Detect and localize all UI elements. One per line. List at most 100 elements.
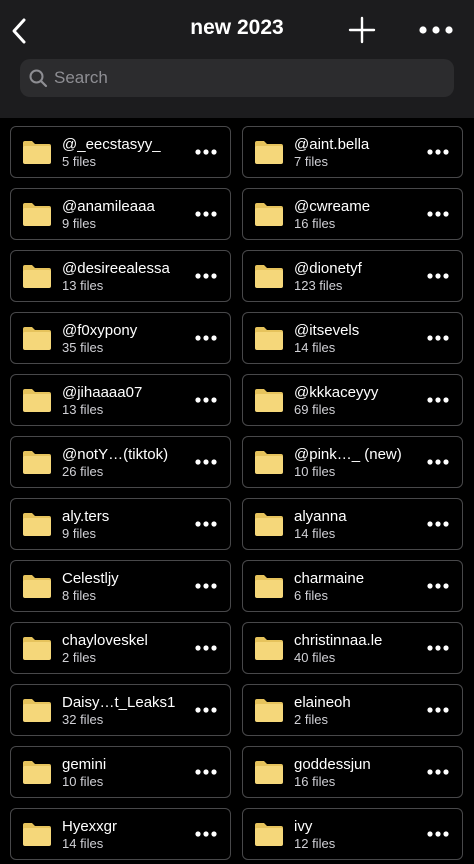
folder-more-icon[interactable] (427, 271, 449, 281)
folder-name: chayloveskel (62, 632, 148, 649)
folder-card[interactable]: elaineoh 2 files (242, 684, 463, 736)
folder-name: @kkkaceyyy (294, 384, 379, 401)
folder-icon (23, 389, 51, 412)
file-count: 26 files (62, 464, 104, 479)
folder-more-icon[interactable] (195, 643, 217, 653)
folder-card[interactable]: @kkkaceyyy 69 files (242, 374, 463, 426)
folder-icon (255, 575, 283, 598)
navigation-header: new 2023 (0, 0, 474, 118)
folder-card[interactable]: alyanna 14 files (242, 498, 463, 550)
more-options-icon[interactable] (418, 23, 454, 37)
folder-icon (23, 451, 51, 474)
folder-icon (23, 637, 51, 660)
folder-more-icon[interactable] (427, 643, 449, 653)
folder-icon (255, 761, 283, 784)
file-count: 13 files (62, 402, 104, 417)
folder-name: @_eecstasyy_ (62, 136, 161, 153)
folder-more-icon[interactable] (427, 333, 449, 343)
add-icon[interactable] (348, 16, 376, 44)
folder-more-icon[interactable] (427, 209, 449, 219)
folder-name: @itsevels (294, 322, 360, 339)
folder-card[interactable]: christinnaa.le 40 files (242, 622, 463, 674)
folder-name: alyanna (294, 508, 347, 525)
folder-more-icon[interactable] (195, 457, 217, 467)
folder-card[interactable]: @f0xypony 35 files (10, 312, 231, 364)
folder-card[interactable]: goddessjun 16 files (242, 746, 463, 798)
folder-name: christinnaa.le (294, 632, 383, 649)
folder-card[interactable]: aly.ters 9 files (10, 498, 231, 550)
folder-icon (255, 451, 283, 474)
folder-more-icon[interactable] (195, 705, 217, 715)
file-count: 12 files (294, 836, 336, 851)
folder-icon (23, 141, 51, 164)
file-count: 35 files (62, 340, 104, 355)
folder-more-icon[interactable] (195, 767, 217, 777)
file-count: 7 files (294, 154, 328, 169)
search-input[interactable] (54, 59, 434, 97)
folder-card[interactable]: @anamileaaa 9 files (10, 188, 231, 240)
folder-more-icon[interactable] (195, 829, 217, 839)
folder-more-icon[interactable] (427, 519, 449, 529)
file-count: 2 files (62, 650, 96, 665)
folder-card[interactable]: @cwreame 16 files (242, 188, 463, 240)
folder-name: @desireealessa (62, 260, 170, 277)
folder-name: elaineoh (294, 694, 351, 711)
folder-card[interactable]: charmaine 6 files (242, 560, 463, 612)
search-bar[interactable] (20, 59, 454, 97)
folder-more-icon[interactable] (427, 581, 449, 591)
file-count: 40 files (294, 650, 336, 665)
file-count: 9 files (62, 216, 96, 231)
folder-icon (23, 327, 51, 350)
folder-more-icon[interactable] (195, 333, 217, 343)
folder-card[interactable]: @desireealessa 13 files (10, 250, 231, 302)
folder-icon (255, 823, 283, 846)
folder-card[interactable]: @aint.bella 7 files (242, 126, 463, 178)
folder-more-icon[interactable] (195, 395, 217, 405)
folder-more-icon[interactable] (195, 209, 217, 219)
folder-name: @cwreame (294, 198, 371, 215)
folder-name: @f0xypony (62, 322, 138, 339)
folder-card[interactable]: chayloveskel 2 files (10, 622, 231, 674)
file-count: 14 files (62, 836, 104, 851)
folder-card[interactable]: Celestljy 8 files (10, 560, 231, 612)
folder-more-icon[interactable] (427, 767, 449, 777)
folder-icon (255, 699, 283, 722)
folder-icon (255, 389, 283, 412)
folder-more-icon[interactable] (195, 271, 217, 281)
folder-more-icon[interactable] (427, 705, 449, 715)
folder-card[interactable]: @jihaaaa07 13 files (10, 374, 231, 426)
folder-card[interactable]: @pink…_ (new) 10 files (242, 436, 463, 488)
folder-name: Celestljy (62, 570, 119, 587)
folder-name: ivy (294, 818, 313, 835)
folder-more-icon[interactable] (195, 519, 217, 529)
file-count: 10 files (294, 464, 336, 479)
folder-more-icon[interactable] (427, 829, 449, 839)
folder-name: @pink…_ (new) (294, 446, 402, 463)
folder-more-icon[interactable] (427, 147, 449, 157)
folder-more-icon[interactable] (195, 581, 217, 591)
folder-name: @jihaaaa07 (62, 384, 143, 401)
folder-more-icon[interactable] (195, 147, 217, 157)
folder-icon (23, 761, 51, 784)
file-count: 13 files (62, 278, 104, 293)
folder-card[interactable]: gemini 10 files (10, 746, 231, 798)
file-count: 32 files (62, 712, 104, 727)
file-count: 123 files (294, 278, 343, 293)
folder-name: @anamileaaa (62, 198, 155, 215)
folder-card[interactable]: Hyexxgr 14 files (10, 808, 231, 860)
folder-card[interactable]: @notY…(tiktok) 26 files (10, 436, 231, 488)
folder-name: charmaine (294, 570, 365, 587)
folder-name: @notY…(tiktok) (62, 446, 169, 463)
folder-card[interactable]: @itsevels 14 files (242, 312, 463, 364)
folder-more-icon[interactable] (427, 395, 449, 405)
folder-name: Hyexxgr (62, 818, 118, 835)
folder-icon (255, 513, 283, 536)
folder-card[interactable]: @dionetyf 123 files (242, 250, 463, 302)
folder-card[interactable]: @_eecstasyy_ 5 files (10, 126, 231, 178)
page-title: new 2023 (190, 16, 284, 39)
file-count: 14 files (294, 526, 336, 541)
folder-card[interactable]: Daisy…t_Leaks1 32 files (10, 684, 231, 736)
folder-more-icon[interactable] (427, 457, 449, 467)
folder-name: gemini (62, 756, 107, 773)
folder-card[interactable]: ivy 12 files (242, 808, 463, 860)
